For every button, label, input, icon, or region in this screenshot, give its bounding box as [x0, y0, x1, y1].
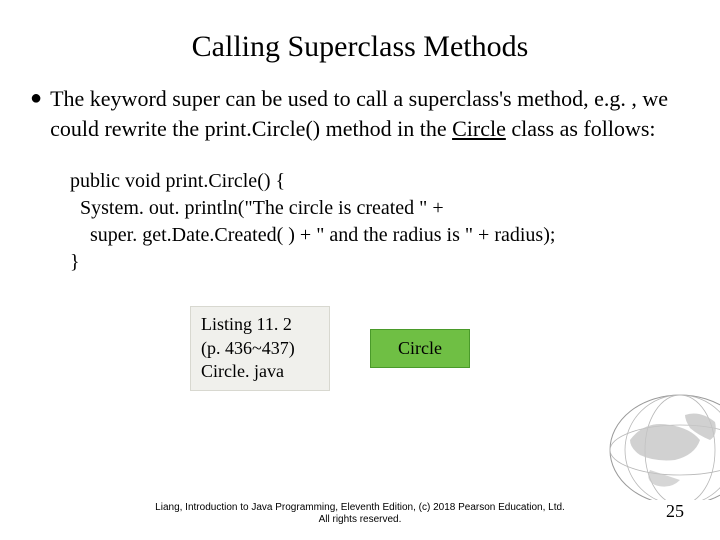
- bullet-underlined: Circle: [452, 116, 506, 141]
- code-l4: }: [70, 251, 80, 273]
- footer-line2: All rights reserved.: [0, 514, 720, 526]
- listing-box[interactable]: Listing 11. 2 (p. 436~437) Circle. java: [190, 306, 330, 390]
- slide: Calling Superclass Methods ● The keyword…: [0, 0, 720, 540]
- footer-line1: Liang, Introduction to Java Programming,…: [0, 502, 720, 514]
- code-l1: public void print.Circle() {: [70, 170, 285, 192]
- footer: Liang, Introduction to Java Programming,…: [0, 502, 720, 526]
- boxes-row: Listing 11. 2 (p. 436~437) Circle. java …: [190, 306, 690, 390]
- page-number: 25: [666, 501, 684, 522]
- listing-line2: (p. 436~437): [201, 337, 319, 360]
- bullet-icon: ●: [30, 88, 42, 108]
- bullet-part2: class as follows:: [506, 116, 656, 141]
- code-l2: System. out. println("The circle is crea…: [70, 197, 444, 219]
- code-block: public void print.Circle() { System. out…: [70, 168, 690, 276]
- listing-line1: Listing 11. 2: [201, 313, 319, 336]
- slide-title: Calling Superclass Methods: [30, 30, 690, 64]
- listing-line3: Circle. java: [201, 360, 319, 383]
- code-l3: super. get.Date.Created( ) + " and the r…: [70, 224, 555, 246]
- bullet-item: ● The keyword super can be used to call …: [30, 84, 690, 143]
- bullet-text: The keyword super can be used to call a …: [50, 84, 690, 143]
- circle-button[interactable]: Circle: [370, 329, 470, 368]
- globe-icon: [560, 380, 720, 500]
- circle-label: Circle: [398, 338, 442, 358]
